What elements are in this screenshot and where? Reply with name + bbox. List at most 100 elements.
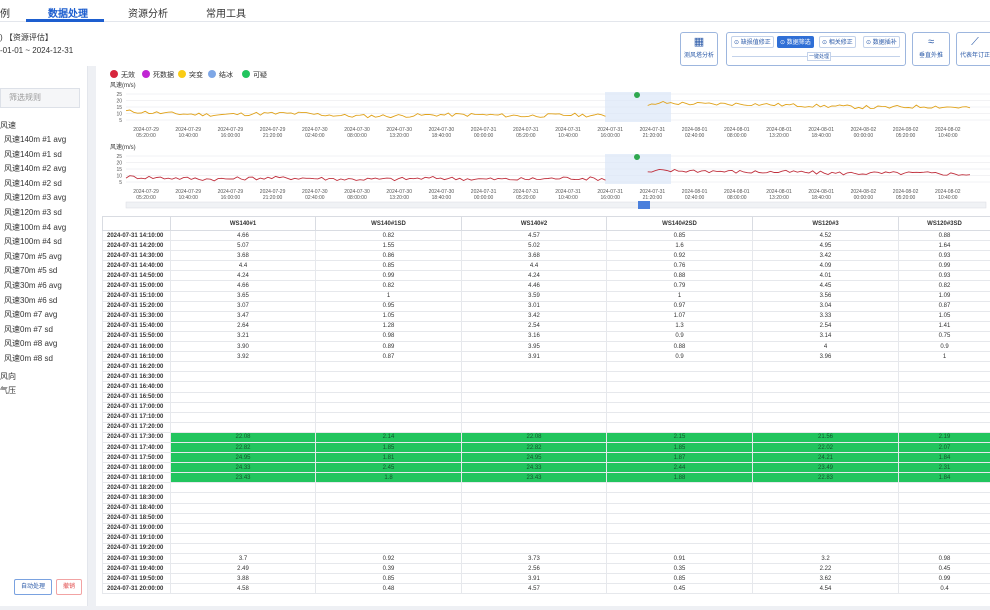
value-cell[interactable] — [461, 401, 607, 413]
value-cell[interactable]: 1.05 — [898, 310, 990, 322]
value-cell[interactable] — [898, 401, 990, 413]
value-cell[interactable]: 0.4 — [898, 583, 990, 595]
auto-process-button[interactable]: 自动处理 — [14, 579, 52, 595]
value-cell[interactable] — [315, 512, 462, 524]
value-cell[interactable] — [606, 421, 753, 433]
value-cell[interactable]: 0.88 — [606, 341, 753, 353]
value-cell[interactable]: 3.01 — [461, 300, 607, 312]
table-row[interactable]: 2024-07-31 15:50:00 3.21 0.98 3.16 0.9 3.14 0.… — [102, 330, 990, 343]
value-cell[interactable] — [752, 381, 899, 393]
value-cell[interactable]: 3.88 — [170, 573, 316, 585]
value-cell[interactable]: 3.42 — [752, 250, 899, 262]
sidebar-channel-item[interactable]: 风速100m #4 sd — [4, 236, 62, 247]
value-cell[interactable]: 0.92 — [606, 250, 753, 262]
sidebar-channel-item[interactable]: 风速0m #8 sd — [4, 353, 53, 364]
value-cell[interactable] — [606, 411, 753, 423]
value-cell[interactable] — [898, 482, 990, 494]
value-cell[interactable]: 4 — [752, 341, 899, 353]
value-cell[interactable] — [170, 361, 316, 373]
value-cell[interactable]: 22.82 — [461, 441, 607, 454]
table-row[interactable]: 2024-07-31 16:50:00 — [102, 391, 990, 403]
table-row[interactable]: 2024-07-31 17:00:00 — [102, 401, 990, 413]
value-cell[interactable]: 3.2 — [752, 552, 899, 565]
tab-common-tools[interactable]: 常用工具 — [206, 5, 246, 20]
value-cell[interactable] — [606, 492, 753, 504]
value-cell[interactable]: 2.19 — [898, 431, 990, 443]
table-row[interactable]: 2024-07-31 16:40:00 — [102, 381, 990, 393]
value-cell[interactable]: 0.85 — [315, 573, 462, 585]
value-cell[interactable]: 0.99 — [315, 270, 462, 282]
value-cell[interactable] — [315, 522, 462, 534]
value-cell[interactable] — [315, 502, 462, 514]
value-cell[interactable]: 0.97 — [606, 300, 753, 312]
value-cell[interactable]: 2.31 — [898, 462, 990, 474]
undo-button[interactable]: 撤销 — [56, 579, 82, 595]
value-cell[interactable]: 0.39 — [315, 563, 462, 575]
value-cell[interactable]: 0.87 — [898, 300, 990, 312]
value-cell[interactable]: 22.82 — [170, 441, 316, 454]
value-cell[interactable] — [606, 522, 753, 534]
value-cell[interactable] — [461, 381, 607, 393]
value-cell[interactable]: 3.95 — [461, 341, 607, 353]
value-cell[interactable] — [752, 371, 899, 383]
value-cell[interactable]: 3.65 — [170, 290, 316, 302]
value-cell[interactable]: 3.42 — [461, 310, 607, 322]
table-row[interactable]: 2024-07-31 18:40:00 — [102, 502, 990, 514]
value-cell[interactable]: 24.33 — [461, 462, 607, 474]
value-cell[interactable]: 0.35 — [606, 563, 753, 575]
value-cell[interactable]: 3.90 — [170, 341, 316, 353]
column-header[interactable]: WS140#1 — [170, 216, 316, 231]
value-cell[interactable] — [461, 361, 607, 373]
value-cell[interactable]: 2.14 — [315, 431, 462, 443]
value-cell[interactable]: 5.07 — [170, 240, 316, 252]
value-cell[interactable]: 0.45 — [606, 583, 753, 595]
table-row[interactable]: 2024-07-31 15:30:00 3.47 1.05 3.42 1.07 3.33 1… — [102, 310, 990, 322]
tab-resource-analysis[interactable]: 资源分析 — [128, 5, 168, 20]
table-row[interactable]: 2024-07-31 16:30:00 — [102, 371, 990, 383]
value-cell[interactable] — [170, 502, 316, 514]
table-row[interactable]: 2024-07-31 14:40:00 4.4 0.85 4.4 0.76 4.09 0.9… — [102, 260, 990, 272]
value-cell[interactable]: 0.9 — [898, 341, 990, 353]
value-cell[interactable]: 1 — [898, 351, 990, 363]
value-cell[interactable]: 3.92 — [170, 351, 316, 363]
value-cell[interactable]: 4.95 — [752, 240, 899, 252]
sidebar-channel-item[interactable]: 风速70m #5 avg — [4, 251, 62, 262]
value-cell[interactable]: 3.68 — [170, 250, 316, 262]
value-cell[interactable]: 1.6 — [606, 240, 753, 252]
value-cell[interactable]: 4.57 — [461, 229, 607, 242]
value-cell[interactable]: 3.96 — [752, 351, 899, 363]
value-cell[interactable]: 0.99 — [898, 260, 990, 272]
value-cell[interactable]: 0.88 — [898, 229, 990, 242]
table-row[interactable]: 2024-07-31 16:00:00 3.90 0.89 3.95 0.88 4 0.9 — [102, 341, 990, 353]
value-cell[interactable]: 5.02 — [461, 240, 607, 252]
value-cell[interactable]: 4.66 — [170, 229, 316, 242]
value-cell[interactable]: 1.3 — [606, 320, 753, 332]
value-cell[interactable] — [170, 391, 316, 403]
value-cell[interactable]: 1.84 — [898, 452, 990, 464]
one-click-process-button[interactable]: 一键处理 — [807, 52, 831, 61]
value-cell[interactable]: 1 — [315, 290, 462, 302]
column-header[interactable]: WS120#3SD — [898, 216, 990, 231]
value-cell[interactable]: 0.85 — [315, 260, 462, 272]
value-cell[interactable]: 24.95 — [170, 452, 316, 464]
value-cell[interactable]: 4.45 — [752, 280, 899, 292]
table-row[interactable]: 2024-07-31 14:30:00 3.68 0.86 3.68 0.92 3.42 0… — [102, 250, 990, 262]
table-row[interactable]: 2024-07-31 15:40:00 2.64 1.28 2.54 1.3 2.54 1.… — [102, 320, 990, 332]
table-row[interactable]: 2024-07-31 18:00:00 24.33 2.45 24.33 2.44 23.… — [102, 462, 990, 474]
table-row[interactable]: 2024-07-31 17:20:00 — [102, 421, 990, 433]
value-cell[interactable]: 3.91 — [461, 351, 607, 363]
value-cell[interactable] — [315, 532, 462, 544]
value-cell[interactable] — [898, 371, 990, 383]
sidebar-channel-item[interactable]: 风速100m #4 avg — [4, 222, 66, 233]
value-cell[interactable]: 0.85 — [606, 229, 753, 242]
column-header[interactable]: WS120#3 — [752, 216, 899, 231]
value-cell[interactable] — [315, 542, 462, 555]
column-header[interactable] — [102, 216, 171, 231]
value-cell[interactable]: 0.91 — [606, 552, 753, 565]
value-cell[interactable] — [898, 361, 990, 373]
value-cell[interactable]: 0.48 — [315, 583, 462, 595]
value-cell[interactable] — [170, 371, 316, 383]
value-cell[interactable] — [752, 411, 899, 423]
value-cell[interactable] — [315, 381, 462, 393]
value-cell[interactable]: 1.85 — [606, 441, 753, 454]
